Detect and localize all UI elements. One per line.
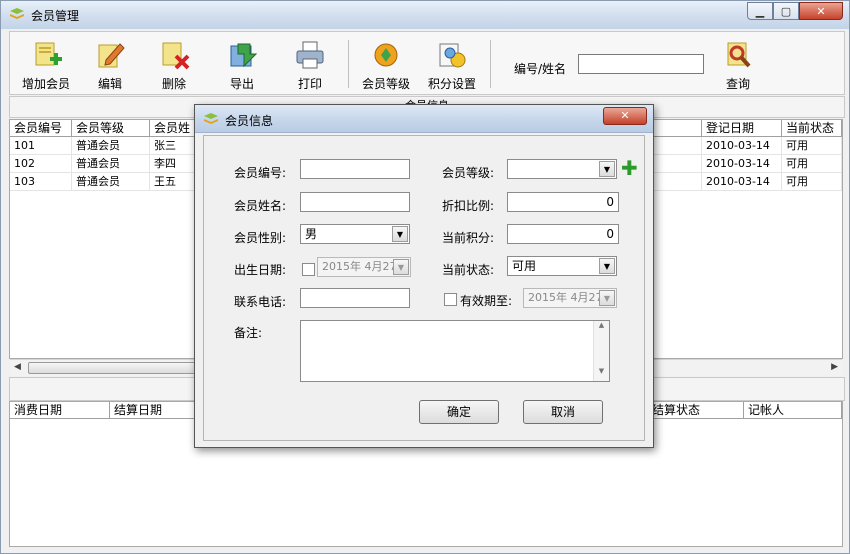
- member-level-select[interactable]: ▼: [507, 159, 617, 179]
- delete-button[interactable]: 删除: [146, 34, 202, 92]
- discount-label: 折扣比例:: [442, 199, 495, 213]
- gender-select[interactable]: 男 ▼: [300, 224, 410, 244]
- member-level-label: 会员等级:: [442, 166, 495, 180]
- col-member-id[interactable]: 会员编号: [10, 120, 72, 136]
- search-icon: [727, 42, 751, 68]
- points-input[interactable]: 0: [507, 224, 619, 244]
- close-button[interactable]: ✕: [799, 2, 843, 20]
- status-select[interactable]: 可用 ▼: [507, 256, 617, 276]
- remark-scrollbar[interactable]: ▲ ▼: [593, 321, 609, 381]
- expiry-date-picker[interactable]: 2015年 4月27 ▼: [523, 288, 617, 308]
- export-button[interactable]: 导出: [214, 34, 270, 92]
- col-bookkeeper[interactable]: 记帐人: [744, 402, 842, 418]
- points-settings-button[interactable]: 积分设置: [422, 34, 482, 92]
- window-title: 会员管理: [31, 9, 80, 23]
- scroll-right-icon[interactable]: ▶: [831, 362, 838, 372]
- main-titlebar[interactable]: 会员管理 ▁ ▢ ✕: [1, 1, 849, 29]
- expiry-label: 有效期至:: [460, 294, 513, 308]
- add-member-icon: [35, 42, 62, 66]
- scroll-left-icon[interactable]: ◀: [14, 362, 21, 372]
- points-label: 当前积分:: [442, 231, 495, 245]
- dialog-close-button[interactable]: ✕: [603, 107, 647, 125]
- ok-button[interactable]: 确定: [419, 400, 499, 424]
- edit-button[interactable]: 编辑: [82, 34, 138, 92]
- add-member-button[interactable]: 增加会员: [14, 34, 78, 92]
- toolbar: 增加会员 编辑 删除 导出 打印 会员等级 积分设置 编号/姓名 查询: [9, 31, 845, 95]
- col-member-level[interactable]: 会员等级: [72, 120, 150, 136]
- remark-label: 备注:: [234, 326, 263, 340]
- app-icon: [10, 8, 24, 19]
- discount-input[interactable]: 0: [507, 192, 619, 212]
- gender-label: 会员性别:: [234, 231, 287, 245]
- chevron-down-icon[interactable]: ▼: [599, 161, 615, 177]
- chevron-down-icon[interactable]: ▼: [392, 226, 408, 242]
- printer-icon: [296, 41, 324, 69]
- app-icon: [204, 113, 218, 124]
- phone-input[interactable]: [300, 288, 410, 308]
- export-icon: [230, 43, 258, 68]
- edit-icon: [98, 43, 125, 68]
- phone-label: 联系电话:: [234, 295, 287, 309]
- maximize-button[interactable]: ▢: [773, 2, 799, 20]
- col-settle-status[interactable]: 结算状态: [648, 402, 744, 418]
- col-consume-date[interactable]: 消费日期: [10, 402, 110, 418]
- member-info-dialog: 会员信息 ✕ 会员编号: 会员等级: ▼ ✚ 会员姓名: 折扣比例: 0 会员性…: [194, 104, 654, 448]
- add-level-icon[interactable]: ✚: [621, 158, 638, 178]
- birthday-label: 出生日期:: [234, 263, 287, 277]
- chevron-down-icon[interactable]: ▼: [599, 258, 615, 274]
- minimize-button[interactable]: ▁: [747, 2, 773, 20]
- search-label: 编号/姓名: [514, 62, 567, 76]
- member-id-input[interactable]: [300, 159, 410, 179]
- scroll-thumb[interactable]: [28, 362, 208, 374]
- toolbar-separator: [490, 40, 491, 88]
- member-name-input[interactable]: [300, 192, 410, 212]
- search-input[interactable]: [578, 54, 704, 74]
- query-button[interactable]: 查询: [710, 34, 766, 92]
- birthday-date-picker[interactable]: 2015年 4月27 ▼: [317, 257, 411, 277]
- toolbar-separator: [348, 40, 349, 88]
- dialog-title: 会员信息: [225, 114, 274, 128]
- dialog-titlebar[interactable]: 会员信息 ✕: [195, 105, 653, 133]
- birthday-checkbox[interactable]: [302, 263, 315, 276]
- member-id-label: 会员编号:: [234, 166, 287, 180]
- delete-icon: [162, 42, 190, 70]
- points-settings-icon: [439, 43, 466, 68]
- cancel-button[interactable]: 取消: [523, 400, 603, 424]
- expiry-checkbox[interactable]: [444, 293, 457, 306]
- member-level-button[interactable]: 会员等级: [356, 34, 416, 92]
- col-register-date[interactable]: 登记日期: [702, 120, 782, 136]
- member-name-label: 会员姓名:: [234, 199, 287, 213]
- col-status[interactable]: 当前状态: [782, 120, 842, 136]
- chevron-down-icon[interactable]: ▼: [599, 290, 615, 306]
- status-label: 当前状态:: [442, 263, 495, 277]
- dialog-form: 会员编号: 会员等级: ▼ ✚ 会员姓名: 折扣比例: 0 会员性别: 男 ▼ …: [203, 135, 645, 441]
- remark-textarea[interactable]: ▲ ▼: [300, 320, 610, 382]
- member-level-icon: [374, 43, 398, 67]
- chevron-down-icon[interactable]: ▼: [393, 259, 409, 275]
- print-button[interactable]: 打印: [282, 34, 338, 92]
